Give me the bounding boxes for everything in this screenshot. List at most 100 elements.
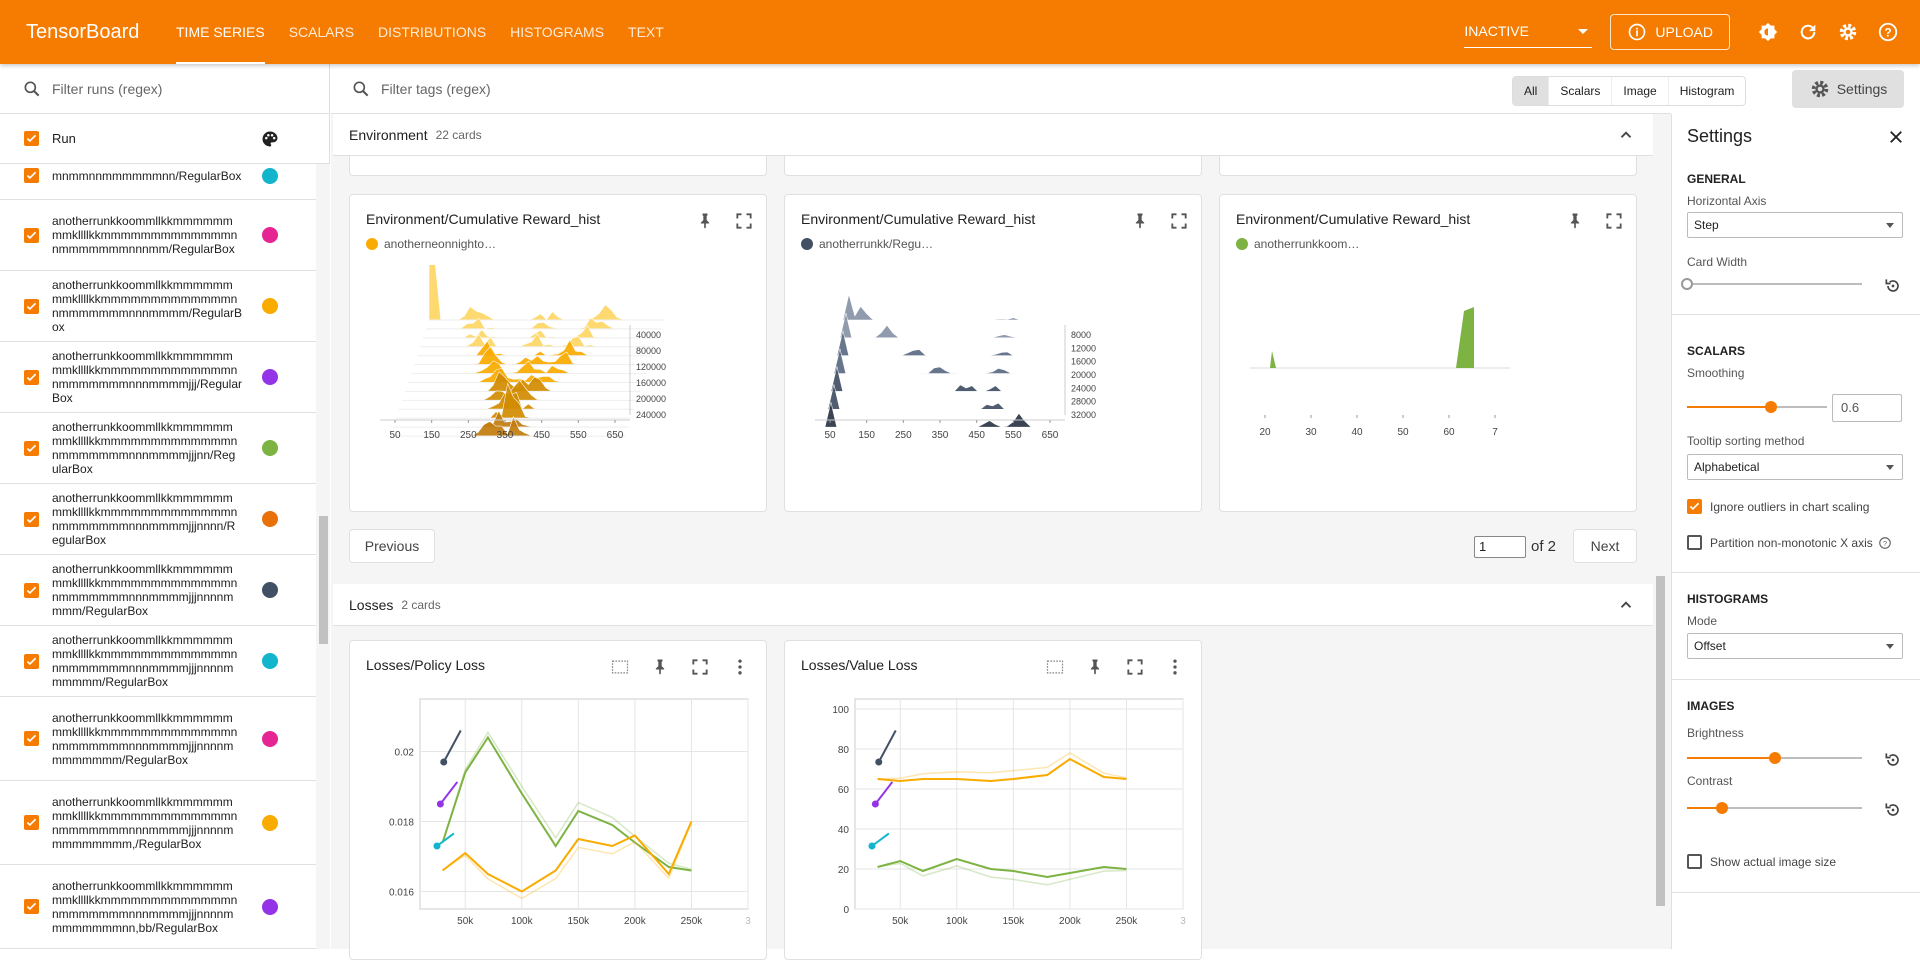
- chevron-up-icon[interactable]: [1617, 126, 1635, 144]
- fit-domain-icon[interactable]: [1045, 657, 1069, 681]
- page-number-input[interactable]: 1: [1474, 536, 1526, 558]
- histogram-slice: [842, 294, 1078, 321]
- mode-select[interactable]: Offset: [1687, 633, 1903, 659]
- contrast-slider[interactable]: [1687, 798, 1862, 818]
- run-row[interactable]: anotherrunkkoommllkkmmmmmmmmkllllkkmmmmm…: [0, 781, 316, 865]
- run-color-swatch[interactable]: [262, 582, 278, 598]
- pin-icon[interactable]: [1130, 211, 1154, 235]
- run-color-swatch[interactable]: [262, 227, 278, 243]
- run-checkbox[interactable]: [24, 582, 39, 598]
- palette-icon[interactable]: [260, 129, 280, 149]
- more-options-icon[interactable]: [1165, 657, 1189, 681]
- smoothing-input[interactable]: 0.6: [1832, 394, 1902, 422]
- filter-scalars[interactable]: Scalars: [1548, 77, 1611, 105]
- tooltip-sort-select[interactable]: Alphabetical: [1687, 454, 1903, 480]
- fullscreen-icon[interactable]: [734, 211, 758, 235]
- run-row[interactable]: mnmmnnmmmmmmnn/RegularBox: [0, 164, 316, 200]
- smoothing-slider[interactable]: [1687, 397, 1827, 417]
- horizontal-axis-select[interactable]: Step: [1687, 212, 1903, 238]
- tab-time-series[interactable]: TIME SERIES: [176, 0, 265, 64]
- run-row[interactable]: anotherrunkkoommllkkmmmmmmmmkllllkkmmmmm…: [0, 555, 316, 626]
- tab-histograms[interactable]: HISTOGRAMS: [510, 0, 604, 64]
- tag-filter[interactable]: Filter tags (regex): [331, 64, 1671, 114]
- run-row[interactable]: anotherrunkkoommllkkmmmmmmmmkllllkkmmmmm…: [0, 697, 316, 781]
- settings-button[interactable]: Settings: [1792, 70, 1904, 108]
- reset-icon[interactable]: [1883, 800, 1903, 820]
- run-checkbox[interactable]: [24, 227, 39, 243]
- run-color-swatch[interactable]: [262, 511, 278, 527]
- run-checkbox[interactable]: [24, 899, 39, 914]
- partition-checkbox[interactable]: Partition non-monotonic X axis ?: [1687, 535, 1892, 550]
- theme-toggle-icon[interactable]: [1748, 12, 1788, 52]
- ignore-outliers-checkbox[interactable]: Ignore outliers in chart scaling: [1687, 499, 1869, 514]
- run-row[interactable]: anotherrunkkoommllkkmmmmmmmmkllllkkmmmmm…: [0, 626, 316, 697]
- run-row[interactable]: anotherrunkkoommllkkmmmmmmmmkllllkkmmmmm…: [0, 342, 316, 413]
- histogram-card: Environment/Cumulative Reward_hist anothe…: [1219, 194, 1637, 512]
- run-checkbox[interactable]: [24, 653, 39, 669]
- chevron-up-icon[interactable]: [1617, 596, 1635, 614]
- help-icon[interactable]: ?: [1868, 12, 1908, 52]
- run-color-swatch[interactable]: [262, 898, 278, 915]
- filter-histogram[interactable]: Histogram: [1667, 77, 1746, 105]
- run-checkbox[interactable]: [24, 815, 39, 830]
- pin-icon[interactable]: [650, 657, 674, 681]
- reset-icon[interactable]: [1883, 276, 1903, 296]
- brightness-slider[interactable]: [1687, 748, 1862, 768]
- refresh-icon[interactable]: [1788, 12, 1828, 52]
- run-name: anotherrunkkoommllkkmmmmmmmmkllllkkmmmmm…: [52, 214, 238, 256]
- run-color-swatch[interactable]: [262, 653, 278, 669]
- filter-image[interactable]: Image: [1611, 77, 1667, 105]
- run-color-swatch[interactable]: [262, 440, 278, 456]
- run-name: mnmmnnmmmmmmnn/RegularBox: [52, 168, 242, 183]
- group-header-losses[interactable]: Losses 2 cards: [333, 584, 1653, 626]
- runs-scrollbar[interactable]: [316, 164, 330, 949]
- group-header-environment[interactable]: Environment 22 cards: [333, 114, 1653, 156]
- run-color-swatch[interactable]: [262, 167, 278, 184]
- run-row[interactable]: anotherrunkkoommllkkmmmmmmmmkllllkkmmmmm…: [0, 484, 316, 555]
- run-color-swatch[interactable]: [262, 814, 278, 831]
- run-row[interactable]: anotherrunkkoommllkkmmmmmmmmkllllkkmmmmm…: [0, 200, 316, 271]
- card-width-slider[interactable]: [1681, 274, 1862, 294]
- run-checkbox[interactable]: [24, 369, 39, 385]
- actual-size-checkbox[interactable]: Show actual image size: [1687, 854, 1836, 869]
- run-checkbox[interactable]: [24, 440, 39, 456]
- group-count: 2 cards: [401, 597, 441, 612]
- fullscreen-icon[interactable]: [1604, 211, 1628, 235]
- select-all-checkbox[interactable]: [24, 131, 39, 146]
- plugin-select[interactable]: INACTIVE: [1464, 16, 1593, 48]
- fullscreen-icon[interactable]: [1125, 657, 1149, 681]
- more-options-icon[interactable]: [730, 657, 754, 681]
- run-color-swatch[interactable]: [262, 298, 278, 314]
- fit-domain-icon[interactable]: [610, 657, 634, 681]
- pin-icon[interactable]: [695, 211, 719, 235]
- run-checkbox[interactable]: [24, 168, 39, 183]
- tab-text[interactable]: TEXT: [628, 0, 664, 64]
- run-row[interactable]: anotherrunkkoommllkkmmmmmmmmkllllkkmmmmm…: [0, 413, 316, 484]
- pin-icon[interactable]: [1565, 211, 1589, 235]
- close-icon[interactable]: [1887, 128, 1905, 146]
- run-checkbox[interactable]: [24, 731, 39, 746]
- tab-distributions[interactable]: DISTRIBUTIONS: [378, 0, 486, 64]
- pin-icon[interactable]: [1085, 657, 1109, 681]
- upload-button[interactable]: UPLOAD: [1610, 14, 1730, 50]
- run-checkbox[interactable]: [24, 511, 39, 527]
- run-name: anotherrunkkoommllkkmmmmmmmmkllllkkmmmmm…: [52, 633, 238, 689]
- next-page-button[interactable]: Next: [1573, 529, 1637, 563]
- contrast-label: Contrast: [1687, 774, 1733, 788]
- run-color-swatch[interactable]: [262, 730, 278, 747]
- images-section: IMAGES: [1687, 699, 1735, 713]
- run-row[interactable]: anotherrunkkoommllkkmmmmmmmmkllllkkmmmmm…: [0, 865, 316, 949]
- main-scrollbar[interactable]: [1653, 114, 1667, 949]
- gear-icon[interactable]: [1828, 12, 1868, 52]
- x-tick-label: 50: [1397, 427, 1409, 438]
- tab-scalars[interactable]: SCALARS: [289, 0, 354, 64]
- previous-page-button[interactable]: Previous: [349, 529, 435, 563]
- run-checkbox[interactable]: [24, 298, 39, 314]
- fullscreen-icon[interactable]: [1169, 211, 1193, 235]
- run-filter[interactable]: Filter runs (regex): [0, 64, 329, 114]
- run-color-swatch[interactable]: [262, 369, 278, 385]
- reset-icon[interactable]: [1883, 750, 1903, 770]
- run-row[interactable]: anotherrunkkoommllkkmmmmmmmmkllllkkmmmmm…: [0, 271, 316, 342]
- filter-all[interactable]: All: [1513, 77, 1549, 105]
- fullscreen-icon[interactable]: [690, 657, 714, 681]
